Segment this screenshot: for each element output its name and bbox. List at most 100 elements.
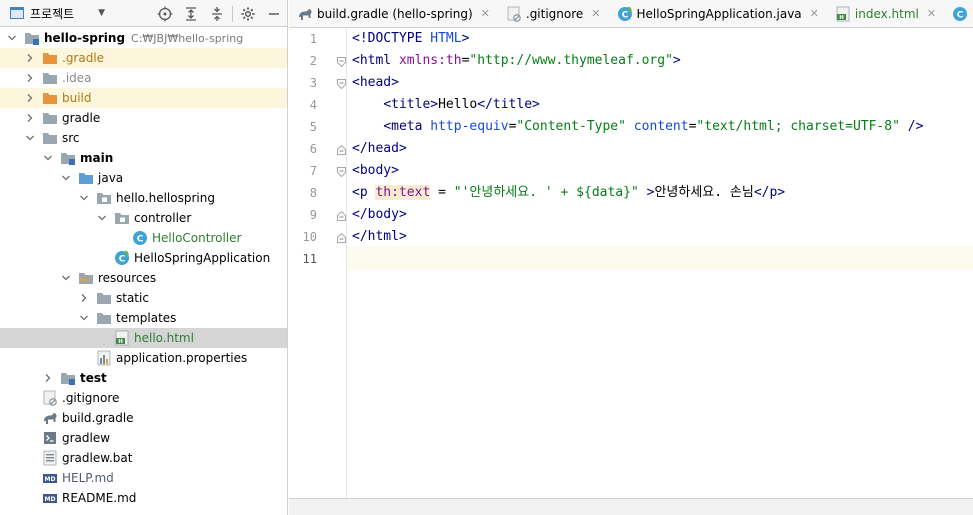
gitignore-file-icon <box>42 390 58 406</box>
tree-item[interactable]: controller <box>0 208 287 228</box>
chevron-right-icon[interactable] <box>24 72 36 84</box>
code-line[interactable]: <html xmlns:th="http://www.thymeleaf.org… <box>352 50 681 72</box>
code-token: 안녕하세요. 손님 <box>654 185 754 200</box>
properties-file-icon <box>96 350 112 366</box>
tree-item[interactable]: templates <box>0 308 287 328</box>
package-icon <box>114 210 130 226</box>
project-panel-header: 프로젝트 ▼ <box>0 0 287 27</box>
settings-icon[interactable] <box>235 0 261 27</box>
code-line[interactable]: </body> <box>352 204 407 226</box>
orange-folder-icon <box>42 50 58 66</box>
tree-item[interactable]: C HelloController <box>0 228 287 248</box>
collapse-all-icon[interactable] <box>204 0 230 27</box>
code-line[interactable]: <!DOCTYPE HTML> <box>352 28 469 50</box>
minimize-icon[interactable] <box>261 0 287 27</box>
chevron-down-icon[interactable]: ▼ <box>98 8 105 18</box>
line-number: 4 <box>309 98 317 112</box>
fold-open-icon[interactable] <box>337 78 346 90</box>
spring-class-icon: C <box>114 250 130 266</box>
tree-item[interactable]: .gradle <box>0 48 287 68</box>
tree-item[interactable]: MD README.md <box>0 488 287 508</box>
svg-text:C: C <box>957 10 964 20</box>
folder-icon <box>96 290 112 306</box>
chevron-down-icon[interactable] <box>60 172 72 184</box>
tree-item[interactable]: gradlew <box>0 428 287 448</box>
code-line[interactable]: <head> <box>352 72 399 94</box>
chevron-down-icon[interactable] <box>60 272 72 284</box>
editor-tab-label: .gitignore <box>525 6 584 21</box>
editor-tab[interactable]: Hindex.html ✕ <box>827 0 944 27</box>
chevron-right-icon[interactable] <box>24 52 36 64</box>
code-line[interactable]: <p th:text = "'안녕하세요. ' + ${data}" >안녕하세… <box>352 182 785 204</box>
tree-item[interactable]: .gitignore <box>0 388 287 408</box>
target-icon[interactable] <box>152 0 178 27</box>
chevron-right-icon[interactable] <box>42 372 54 384</box>
tree-item[interactable]: test <box>0 368 287 388</box>
chevron-right-icon[interactable] <box>24 112 36 124</box>
chevron-down-icon[interactable] <box>6 32 18 44</box>
tree-item[interactable]: build <box>0 88 287 108</box>
code-line[interactable]: <body> <box>352 160 399 182</box>
close-icon[interactable]: ✕ <box>927 7 936 20</box>
folder-icon <box>42 110 58 126</box>
tree-item[interactable]: .idea <box>0 68 287 88</box>
code-line[interactable]: <meta http-equiv="Content-Type" content=… <box>352 116 923 138</box>
tree-item[interactable]: C HelloSpringApplication <box>0 248 287 268</box>
bat-file-icon <box>42 450 58 466</box>
chevron-down-icon[interactable] <box>96 212 108 224</box>
tree-item[interactable]: gradlew.bat <box>0 448 287 468</box>
tree-item-label: gradlew.bat <box>62 451 133 465</box>
tree-item-label: controller <box>134 211 192 225</box>
tree-item-label: .gitignore <box>62 391 120 405</box>
project-panel: 프로젝트 ▼ hello-spring C:₩JBJ₩hello-spring .g… <box>0 0 288 515</box>
html-file-icon: H <box>835 6 851 22</box>
project-panel-title[interactable]: 프로젝트 <box>30 5 74 22</box>
fold-close-icon[interactable] <box>337 144 346 155</box>
tree-item[interactable]: java <box>0 168 287 188</box>
editor-tab[interactable]: build.gradle (hello-spring) ✕ <box>289 0 498 27</box>
line-number: 5 <box>309 120 317 134</box>
tree-item[interactable]: hello-spring C:₩JBJ₩hello-spring <box>0 28 287 48</box>
tree-item[interactable]: Hhello.html <box>0 328 287 348</box>
code-line[interactable]: </html> <box>352 226 407 248</box>
chevron-down-icon[interactable] <box>78 312 90 324</box>
fold-open-icon[interactable] <box>337 56 346 68</box>
expand-all-icon[interactable] <box>178 0 204 27</box>
line-number: 9 <box>309 208 317 222</box>
fold-close-icon[interactable] <box>337 232 346 243</box>
editor-tab[interactable]: C HelloSpringApplication.java ✕ <box>609 0 827 27</box>
tree-item[interactable]: build.gradle <box>0 408 287 428</box>
close-icon[interactable]: ✕ <box>810 7 819 20</box>
code-token: <html <box>352 53 399 68</box>
code-line[interactable]: </head> <box>352 138 407 160</box>
code-line[interactable]: <title>Hello</title> <box>352 94 540 116</box>
project-path: C:₩JBJ₩hello-spring <box>131 31 244 45</box>
chevron-down-icon[interactable] <box>78 192 90 204</box>
chevron-down-icon[interactable] <box>24 132 36 144</box>
editor-tab[interactable]: .gitignore ✕ <box>498 0 609 27</box>
chevron-right-icon[interactable] <box>24 92 36 104</box>
tree-item[interactable]: resources <box>0 268 287 288</box>
fold-close-icon[interactable] <box>337 210 346 221</box>
tree-item-label: application.properties <box>116 351 248 365</box>
tree-item[interactable]: static <box>0 288 287 308</box>
close-icon[interactable]: ✕ <box>481 7 490 20</box>
tree-item[interactable]: src <box>0 128 287 148</box>
chevron-right-icon[interactable] <box>78 292 90 304</box>
tree-item[interactable]: hello.hellospring <box>0 188 287 208</box>
code-editor[interactable]: 1 2 3 4 5 6 7 8 9 10 11 <!DOCTYPE HTML> <html xmlns… <box>289 28 973 498</box>
chevron-down-icon[interactable] <box>42 152 54 164</box>
tree-item[interactable]: MD HELP.md <box>0 468 287 488</box>
tree-item-label: src <box>62 131 80 145</box>
tree-item[interactable]: application.properties <box>0 348 287 368</box>
horizontal-scrollbar[interactable] <box>289 498 973 515</box>
tree-item[interactable]: main <box>0 148 287 168</box>
close-icon[interactable]: ✕ <box>591 7 600 20</box>
fold-open-icon[interactable] <box>337 166 346 178</box>
editor-tab[interactable]: CHelloContro <box>944 0 973 27</box>
tree-item[interactable]: gradle <box>0 108 287 128</box>
